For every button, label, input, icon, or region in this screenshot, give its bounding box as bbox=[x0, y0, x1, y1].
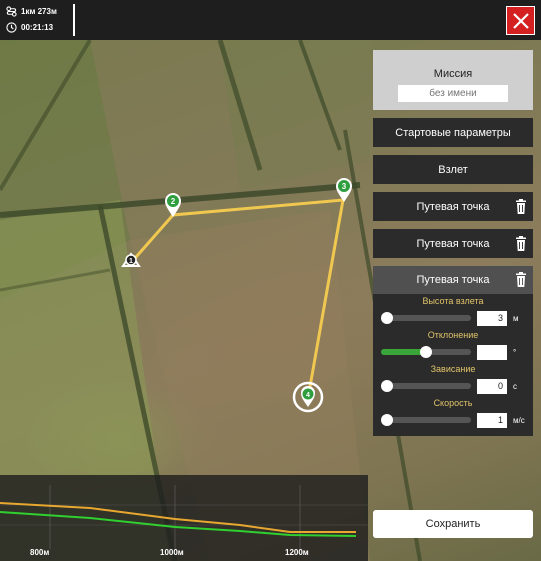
altitude-slider[interactable] bbox=[381, 312, 471, 324]
altitude-unit: м bbox=[513, 313, 519, 323]
hover-value[interactable]: 0 bbox=[477, 378, 507, 394]
slider-knob[interactable] bbox=[381, 380, 393, 392]
hover-label: Зависание bbox=[430, 364, 476, 374]
mission-time: 00:21:13 bbox=[21, 23, 54, 32]
waypoint-3-marker[interactable]: 3 bbox=[334, 177, 354, 203]
speed-unit: м/с bbox=[513, 415, 525, 425]
slider-knob[interactable] bbox=[381, 312, 393, 324]
takeoff-button[interactable]: Взлет bbox=[373, 155, 533, 184]
hover-row: 0 с bbox=[373, 376, 533, 396]
top-bar: 1км 273м 00:21:13 bbox=[0, 0, 541, 40]
mission-distance: 1км 273м bbox=[21, 7, 57, 16]
waypoint-1-marker[interactable]: 1 bbox=[119, 252, 143, 276]
altitude-value[interactable]: 3 bbox=[477, 310, 507, 326]
start-params-label: Стартовые параметры bbox=[395, 126, 511, 139]
hover-slider[interactable] bbox=[381, 380, 471, 392]
close-icon bbox=[512, 12, 529, 29]
takeoff-label: Взлет bbox=[438, 163, 468, 176]
deviation-unit: ° bbox=[513, 347, 517, 357]
waypoint-editor-title: Путевая точка bbox=[416, 274, 490, 286]
waypoint-2-marker[interactable]: 2 bbox=[163, 192, 183, 218]
time-row: 00:21:13 bbox=[6, 22, 53, 33]
mission-header: Миссия bbox=[373, 50, 533, 110]
elevation-profile-plot bbox=[0, 485, 368, 549]
close-button[interactable] bbox=[506, 6, 535, 35]
waypoint-4-marker[interactable]: 4 bbox=[291, 380, 325, 414]
profile-tick: 800м bbox=[30, 548, 50, 557]
speed-label: Скорость bbox=[433, 398, 473, 408]
route-icon bbox=[6, 6, 17, 17]
topbar-divider bbox=[73, 4, 75, 36]
deviation-row: ° bbox=[373, 342, 533, 362]
trash-icon[interactable] bbox=[515, 272, 527, 287]
waypoint-2-label: 2 bbox=[171, 197, 176, 206]
mission-title: Миссия bbox=[433, 68, 473, 80]
waypoint-item-label: Путевая точка bbox=[416, 237, 490, 250]
elevation-profile: 800м 1000м 1200м bbox=[0, 475, 368, 561]
trash-icon[interactable] bbox=[515, 236, 527, 251]
altitude-row: 3 м bbox=[373, 308, 533, 328]
save-button[interactable]: Сохранить bbox=[373, 510, 533, 538]
speed-row: 1 м/с bbox=[373, 410, 533, 436]
altitude-label: Высота взлета bbox=[422, 296, 484, 306]
waypoint-item[interactable]: Путевая точка bbox=[373, 229, 533, 258]
profile-tick: 1200м bbox=[285, 548, 309, 557]
start-params-button[interactable]: Стартовые параметры bbox=[373, 118, 533, 147]
slider-knob[interactable] bbox=[420, 346, 432, 358]
slider-knob[interactable] bbox=[381, 414, 393, 426]
profile-tick: 1000м bbox=[160, 548, 184, 557]
speed-slider[interactable] bbox=[381, 414, 471, 426]
waypoint-item[interactable]: Путевая точка bbox=[373, 192, 533, 221]
speed-value[interactable]: 1 bbox=[477, 412, 507, 428]
waypoint-1-label: 1 bbox=[129, 258, 133, 265]
deviation-slider[interactable] bbox=[381, 346, 471, 358]
trash-icon[interactable] bbox=[515, 199, 527, 214]
waypoint-item-label: Путевая точка bbox=[416, 200, 490, 213]
mission-panel: Миссия Стартовые параметры Взлет Путевая… bbox=[373, 50, 533, 436]
hover-unit: с bbox=[513, 381, 517, 391]
mission-name-input[interactable] bbox=[398, 85, 508, 102]
clock-icon bbox=[6, 22, 17, 33]
deviation-value[interactable] bbox=[477, 344, 507, 360]
deviation-label: Отклонение bbox=[427, 330, 479, 340]
waypoint-editor-header[interactable]: Путевая точка bbox=[373, 266, 533, 294]
distance-row: 1км 273м bbox=[6, 6, 57, 17]
waypoint-3-label: 3 bbox=[342, 182, 347, 191]
waypoint-editor: Путевая точка Высота взлета 3 м Отклонен… bbox=[373, 266, 533, 436]
waypoint-4-label: 4 bbox=[306, 392, 310, 399]
